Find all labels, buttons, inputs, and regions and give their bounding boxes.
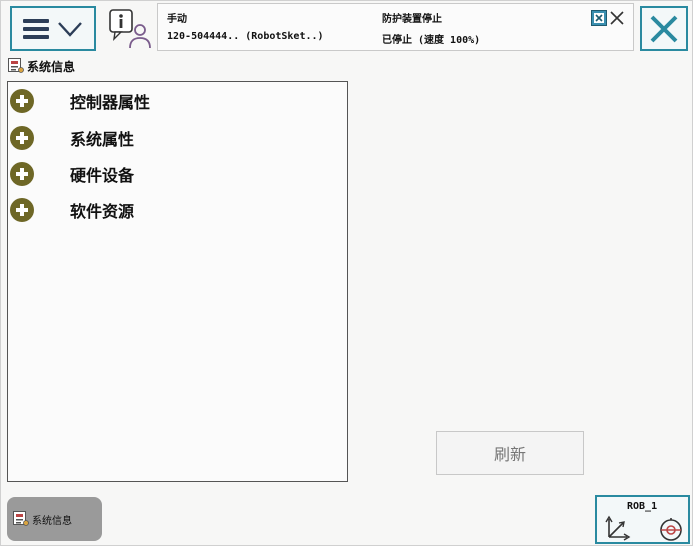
expand-plus-icon[interactable]	[10, 89, 34, 113]
controller-state-icon	[591, 10, 607, 26]
coordinate-axes-icon	[605, 515, 631, 541]
page-title: 系统信息	[27, 59, 76, 74]
expand-plus-icon[interactable]	[10, 198, 34, 222]
status-indicator-icons	[591, 10, 625, 26]
tree-item-label: 硬件设备	[70, 166, 135, 185]
app-title-bar: 系统信息	[8, 56, 75, 76]
tree-item-label: 控制器属性	[70, 93, 151, 112]
expand-plus-icon[interactable]	[10, 162, 34, 186]
safety-status-text: 防护装置停止	[382, 14, 442, 25]
motor-speed-status-text: 已停止 (速度 100%)	[382, 35, 481, 46]
quickset-button[interactable]: ROB_1	[595, 495, 690, 544]
flexpendant-screen: 手动 120-504444.. (RobotSket..) 防护装置停止 已停止…	[0, 0, 693, 546]
info-person-icon[interactable]	[105, 7, 155, 51]
taskbar-tab-label: 系统信息	[32, 515, 72, 527]
system-info-icon	[8, 58, 24, 73]
tool-speed-icon	[660, 518, 682, 541]
taskbar-tab-system-info[interactable]: 系统信息	[7, 497, 102, 541]
chevron-down-icon	[58, 21, 82, 37]
status-bar[interactable]: 手动 120-504444.. (RobotSket..) 防护装置停止 已停止…	[157, 3, 634, 51]
tree-item-hardware-devices[interactable]: 硬件设备	[10, 158, 134, 190]
controller-name-text: 120-504444.. (RobotSket..)	[167, 31, 324, 42]
cross-status-icon	[610, 11, 624, 25]
refresh-button[interactable]: 刷新	[436, 431, 584, 475]
system-info-icon	[13, 511, 29, 526]
tree-item-label: 系统属性	[70, 130, 135, 149]
hamburger-menu-icon	[23, 18, 49, 39]
tree-item-controller-properties[interactable]: 控制器属性	[10, 85, 150, 117]
main-menu-button[interactable]	[10, 6, 96, 51]
expand-plus-icon[interactable]	[10, 126, 34, 150]
tree-item-label: 软件资源	[70, 202, 135, 221]
tree-item-software-resources[interactable]: 软件资源	[10, 194, 134, 226]
system-info-tree[interactable]: 控制器属性 系统属性 硬件设备 软件资源	[7, 81, 348, 482]
operating-mode-text: 手动	[167, 14, 187, 25]
close-button[interactable]	[640, 6, 688, 51]
close-x-icon	[650, 15, 678, 42]
tree-item-system-properties[interactable]: 系统属性	[10, 122, 134, 154]
